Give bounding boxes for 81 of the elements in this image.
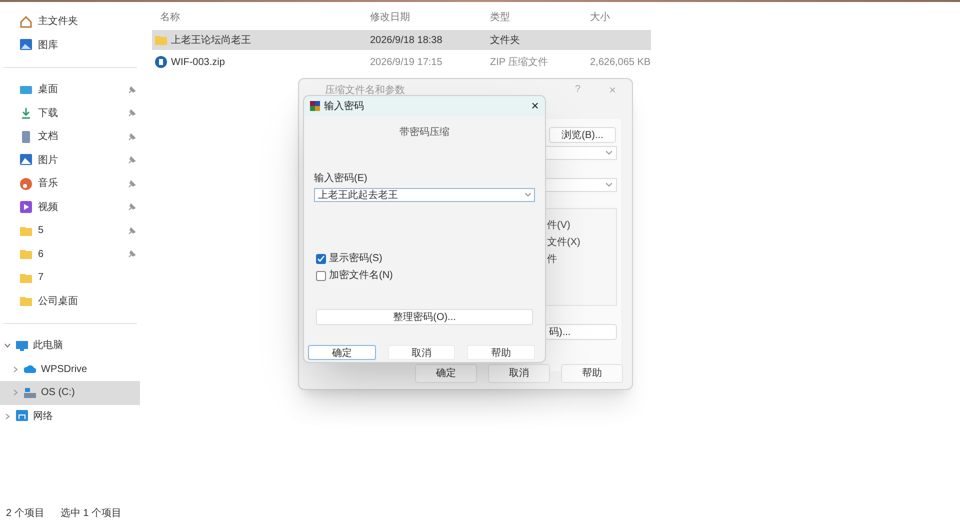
chevron-right-icon[interactable] (4, 412, 11, 420)
dialog-button[interactable]: 确定 (415, 364, 477, 383)
file-row[interactable]: 上老王论坛尚老王 2026/9/18 18:38 文件夹 (152, 30, 651, 50)
tree-item[interactable]: WPSDrive (0, 358, 140, 381)
chevron-down-icon (606, 183, 612, 187)
sidebar-item[interactable]: 5 (0, 219, 140, 242)
tree-item[interactable]: OS (C:) (0, 381, 140, 404)
music-icon (20, 178, 32, 190)
column-header[interactable]: 名称 (160, 12, 180, 22)
option-label: 件(V) (547, 219, 572, 233)
dialog-title: 输入密码 (324, 100, 364, 114)
sidebar-item[interactable]: 主文件夹 (0, 10, 140, 34)
dialog-heading: 带密码压缩 (400, 126, 450, 140)
dialog-button[interactable]: 取消 (388, 345, 456, 360)
tree-item[interactable]: 此电脑 (0, 334, 140, 358)
cloud-icon (24, 363, 36, 376)
dropdown-field[interactable] (545, 146, 617, 160)
chevron-down-icon (525, 193, 531, 197)
chevron-right-icon[interactable] (12, 366, 19, 373)
sidebar-item[interactable]: 6 (0, 242, 140, 266)
download-icon (20, 107, 32, 120)
table-cell-text: 2026/9/18 18:38 (370, 34, 442, 48)
folder-icon (20, 224, 32, 237)
password-button[interactable]: 码)... (545, 324, 617, 340)
dialog-button[interactable]: 取消 (488, 364, 550, 383)
checkbox-label: 加密文件名(N) (329, 268, 393, 283)
option-label: 文件(X) (547, 236, 580, 250)
checkbox[interactable] (316, 270, 326, 280)
password-field[interactable]: 上老王此起去老王 (314, 188, 535, 202)
home-icon (20, 16, 32, 28)
gallery-icon (20, 39, 32, 52)
column-header[interactable]: 大小 (590, 12, 610, 22)
archive-icon (155, 56, 167, 68)
folder-icon (155, 34, 167, 46)
table-cell-text: 2,626,065 KB (590, 56, 651, 70)
table-cell-text: 文件夹 (490, 34, 520, 48)
checkbox-label: 显示密码(S) (329, 252, 382, 266)
dropdown-field[interactable] (545, 178, 617, 192)
dialog-button[interactable]: 帮助 (467, 345, 536, 360)
dialog-button[interactable]: 确定 (308, 345, 376, 360)
sidebar-item[interactable]: 公司桌面 (0, 290, 140, 313)
document-icon (20, 130, 32, 143)
network-icon (16, 410, 28, 422)
sidebar-item[interactable]: 音乐 (0, 172, 140, 196)
file-row[interactable]: WIF-003.zip 2026/9/19 17:15 ZIP 压缩文件 2,626,065 KB (152, 52, 651, 72)
browse-button[interactable]: 浏览(B)... (549, 127, 616, 143)
folder-icon (20, 272, 32, 284)
sidebar-item[interactable]: 图库 (0, 34, 140, 57)
tree-item[interactable]: 网络 (0, 404, 140, 428)
item-count: 2 个项目 (6, 507, 44, 521)
chevron-down-icon (606, 151, 612, 155)
folder-icon (20, 295, 32, 308)
dialog-button[interactable]: 帮助 (561, 364, 623, 383)
chevron-right-icon[interactable] (12, 389, 19, 396)
dialog-title: 压缩文件名和参数 (325, 84, 405, 98)
sidebar-item[interactable]: 视频 (0, 196, 140, 219)
close-button[interactable]: × (525, 96, 545, 116)
column-header[interactable]: 类型 (490, 12, 510, 22)
desktop-icon (20, 84, 32, 96)
monitor-icon (16, 340, 28, 352)
table-cell-text: ZIP 压缩文件 (490, 56, 548, 70)
drive-icon (24, 386, 36, 399)
checkbox[interactable] (316, 254, 326, 264)
pictures-icon (20, 154, 32, 166)
selection-count: 选中 1 个项目 (60, 506, 122, 521)
column-header[interactable]: 修改日期 (370, 12, 410, 22)
sidebar-item[interactable]: 图片 (0, 148, 140, 172)
sidebar-item[interactable]: 7 (0, 266, 140, 290)
organize-passwords-button[interactable]: 整理密码(O)... (316, 309, 533, 325)
table-cell-text: 上老王论坛尚老王 (171, 34, 251, 48)
archive-icon (310, 101, 320, 111)
sidebar-item[interactable]: 桌面 (0, 78, 140, 102)
field-label: 输入密码(E) (314, 172, 368, 186)
chevron-down-icon[interactable] (4, 342, 11, 350)
table-cell-text: WIF-003.zip (171, 56, 225, 70)
folder-icon (20, 248, 32, 260)
table-cell-text: 2026/9/19 17:15 (370, 56, 442, 70)
option-label: 件 (547, 253, 558, 267)
video-icon (20, 201, 32, 214)
sidebar-item[interactable]: 下载 (0, 102, 140, 125)
sidebar-item[interactable]: 文档 (0, 125, 140, 148)
